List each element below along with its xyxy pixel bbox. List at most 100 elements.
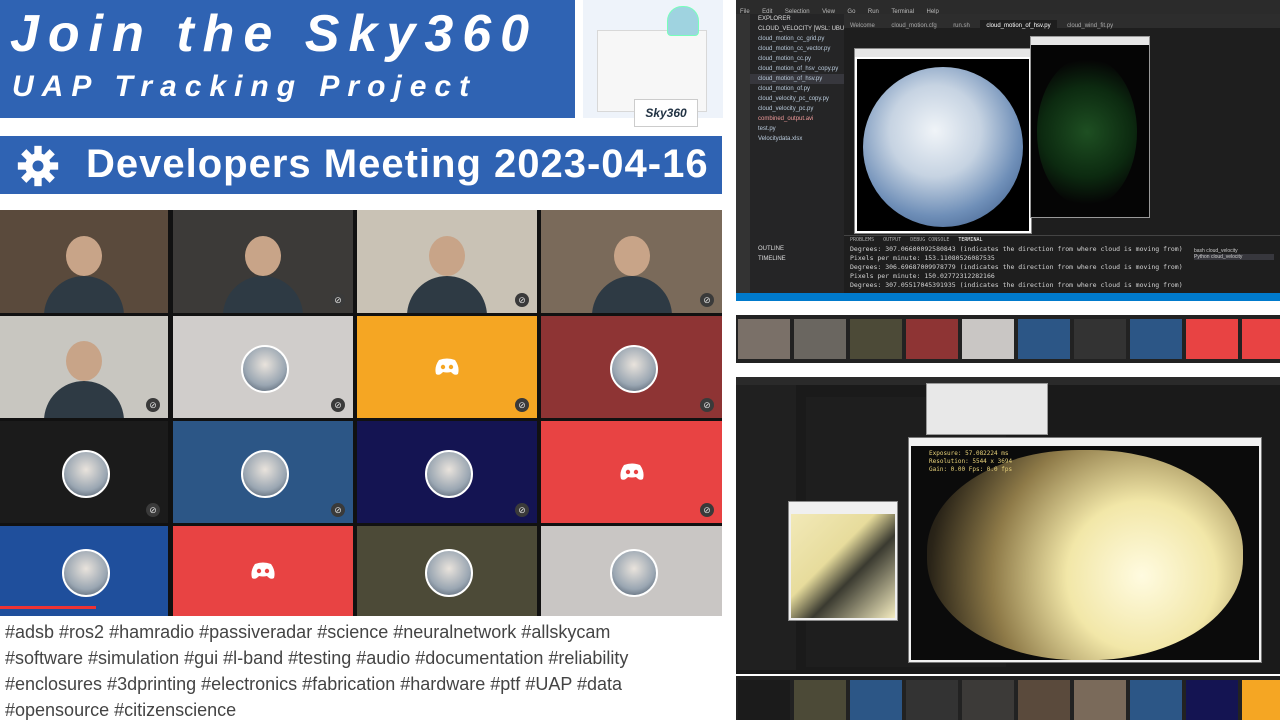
thumbnail-tile[interactable] [738, 319, 790, 359]
participant-tile[interactable]: ⊘ [541, 421, 722, 523]
muted-mic-icon: ⊘ [515, 398, 529, 412]
participant-tile[interactable] [357, 526, 537, 616]
hashtag-line: #enclosures #3dprinting #electronics #fa… [5, 674, 623, 694]
participant-video [429, 235, 465, 276]
timeline-section[interactable]: TIMELINE [750, 254, 844, 264]
panel-tab[interactable]: PROBLEMS [850, 237, 874, 243]
explorer-item[interactable]: cloud_velocity_pc_copy.py [750, 94, 844, 104]
tab-welcome[interactable]: Welcome [844, 20, 881, 32]
participant-tile[interactable] [173, 526, 353, 616]
explorer-item[interactable]: test.py [750, 124, 844, 134]
camera-enclosure: Sky360 [597, 30, 707, 127]
tab-run[interactable]: run.sh [947, 20, 976, 32]
avatar [425, 450, 473, 498]
thumbnail-tile[interactable] [906, 319, 958, 359]
participant-tile[interactable] [0, 526, 168, 616]
muted-mic-icon: ⊘ [331, 398, 345, 412]
participant-tile[interactable] [541, 526, 722, 616]
participant-tile[interactable]: ⊘ [173, 316, 353, 418]
thumbnail-tile[interactable] [962, 680, 1014, 720]
thumbnail-tile[interactable] [1074, 680, 1126, 720]
participant-tile[interactable]: ⊘ [541, 210, 722, 313]
thumbnail-tile[interactable] [1242, 680, 1280, 720]
thumbnail-tile[interactable] [1186, 680, 1238, 720]
thumbnail-tile[interactable] [850, 680, 902, 720]
avatar [241, 345, 289, 393]
thumbnail-tile[interactable] [738, 680, 790, 720]
overlay-line: Exposure: 57.082224 ms [929, 450, 1009, 457]
participant-tile[interactable]: ⊘ [0, 316, 168, 418]
thumbnail-tile[interactable] [850, 319, 902, 359]
explorer-item[interactable]: cloud_motion_of.py [750, 84, 844, 94]
panel-tab[interactable]: TERMINAL [958, 237, 982, 243]
avatar [62, 549, 110, 597]
thumbnail-tile[interactable] [1242, 319, 1280, 359]
camera-settings-window[interactable] [926, 383, 1048, 435]
participant-tile[interactable]: ⊘ [357, 210, 537, 313]
gear-icon [17, 145, 59, 187]
thumbnail-tile[interactable] [794, 680, 846, 720]
ide-menubar: File Edit Selection View Go Run Terminal… [736, 0, 1280, 15]
muted-mic-icon: ⊘ [700, 503, 714, 517]
thumbnail-tile[interactable] [1018, 680, 1070, 720]
panel-tab[interactable]: DEBUG CONSOLE [910, 237, 949, 243]
participant-body [407, 275, 487, 313]
thumbnail-tile[interactable] [1130, 319, 1182, 359]
muted-mic-icon: ⊘ [331, 293, 345, 307]
participant-tile[interactable]: ⊘ [357, 421, 537, 523]
thumbnail-tile[interactable] [794, 319, 846, 359]
fisheye-window[interactable]: Exposure: 57.082224 ms Resolution: 5544 … [908, 437, 1262, 663]
avatar [609, 549, 658, 597]
flow-visualization [1037, 57, 1137, 207]
hashtag-line: #software #simulation #gui #l-band #test… [5, 648, 629, 668]
explorer-item[interactable]: cloud_motion_cc.py [750, 54, 844, 64]
shell-item[interactable]: Python cloud_velocity [1194, 254, 1274, 260]
explorer-item[interactable]: combined_output.avi [750, 114, 844, 124]
explorer-item[interactable]: cloud_motion_cc_vector.py [750, 44, 844, 54]
thumbnail-strip-bottom [736, 676, 1280, 720]
participant-grid: ⊘ ⊘ ⊘ ⊘ ⊘ ⊘ ⊘ ⊘ ⊘ ⊘ ⊘ [0, 210, 722, 616]
thumbnail-tile[interactable] [962, 319, 1014, 359]
thumbnail-tile[interactable] [1074, 319, 1126, 359]
explorer-item[interactable]: cloud_motion_of_hsv_copy.py [750, 64, 844, 74]
participant-tile[interactable]: ⊘ [541, 316, 722, 418]
muted-mic-icon: ⊘ [700, 398, 714, 412]
tab-wind[interactable]: cloud_wind_fit.py [1061, 20, 1119, 32]
thumbnail-tile[interactable] [1018, 319, 1070, 359]
participant-tile[interactable] [0, 210, 168, 313]
tab-hsv[interactable]: cloud_motion_of_hsv.py [980, 20, 1057, 32]
muted-mic-icon: ⊘ [146, 398, 160, 412]
participant-body [591, 275, 672, 313]
participant-tile[interactable]: ⊘ [173, 421, 353, 523]
explorer-item[interactable]: cloud_velocity_pc.py [750, 104, 844, 114]
thumbnail-tile[interactable] [906, 680, 958, 720]
product-label: Sky360 [634, 99, 698, 127]
outline-section[interactable]: OUTLINE [750, 244, 844, 254]
avatar [425, 549, 473, 597]
thumbnail-tile[interactable] [1186, 319, 1238, 359]
thumbnail-tile[interactable] [1130, 680, 1182, 720]
thumbnail-strip-top [736, 315, 1280, 363]
muted-mic-icon: ⊘ [515, 293, 529, 307]
preview-window[interactable] [788, 501, 898, 621]
participant-video [613, 235, 650, 276]
optical-flow-window[interactable] [1030, 36, 1150, 218]
participant-tile[interactable]: ⊘ [173, 210, 353, 313]
participant-tile[interactable]: ⊘ [357, 316, 537, 418]
tab-cfg[interactable]: cloud_motion.cfg [885, 20, 942, 32]
explorer-item[interactable]: cloud_motion_of_hsv.py [750, 74, 844, 84]
explorer-item[interactable]: cloud_motion_cc_grid.py [750, 34, 844, 44]
status-remote[interactable]: WSL: Ubuntu [742, 302, 772, 308]
meeting-title: Developers Meeting 2023-04-16 [86, 142, 709, 186]
participant-tile[interactable]: ⊘ [0, 421, 168, 523]
discord-icon [251, 562, 275, 579]
meeting-banner: Developers Meeting 2023-04-16 [0, 136, 722, 194]
explorer-item[interactable]: Velocitydata.xlsx [750, 134, 844, 144]
sky-image-window[interactable] [854, 48, 1032, 234]
activity-bar [736, 14, 750, 294]
explorer-item[interactable]: CLOUD_VELOCITY [WSL: UBUNTU] [750, 24, 844, 34]
discord-icon [435, 358, 459, 375]
panel-tab[interactable]: OUTPUT [883, 237, 901, 243]
terminal-line: Degrees: 307.05517045391935 (indicates t… [850, 281, 1183, 289]
screen-share-camera: Exposure: 57.082224 ms Resolution: 5544 … [736, 377, 1280, 674]
